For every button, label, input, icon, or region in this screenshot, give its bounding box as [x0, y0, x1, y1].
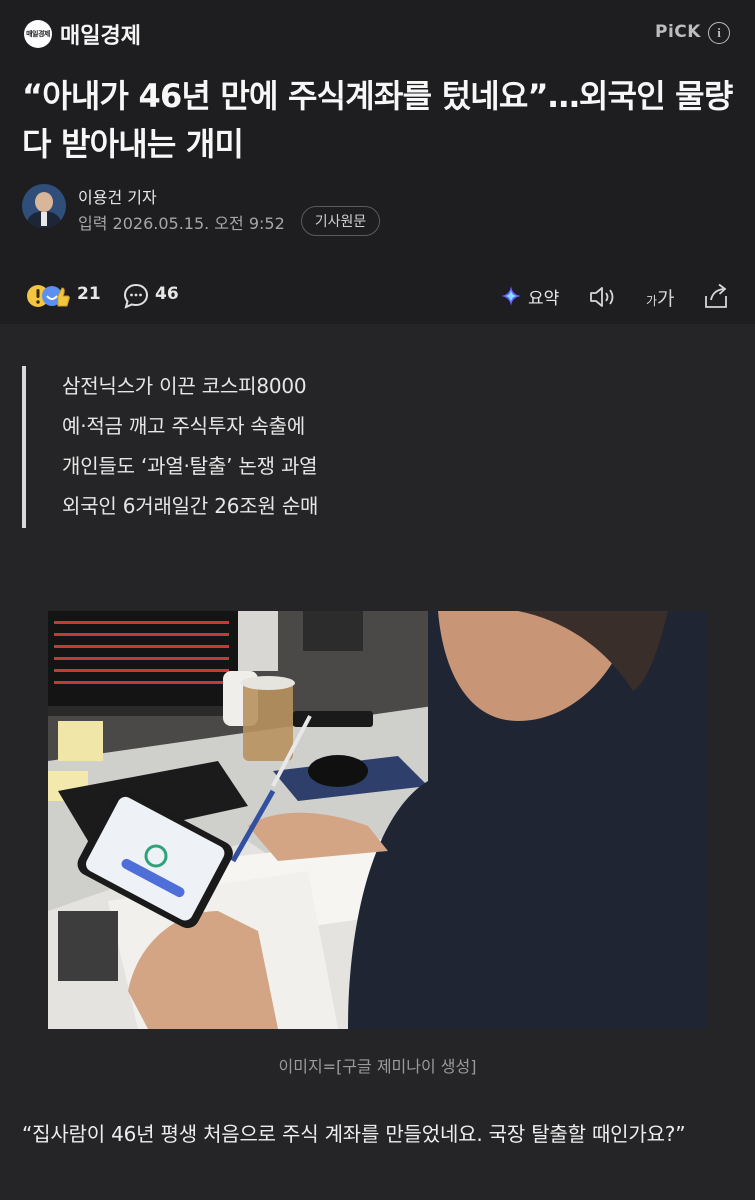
press-logo[interactable]: 매일경제	[24, 20, 52, 48]
comment-icon[interactable]	[123, 283, 149, 309]
font-size-button[interactable]: 가가	[646, 284, 675, 311]
font-size-small-label: 가	[646, 294, 658, 308]
summary-line: 외국인 6거래일간 26조원 순매	[62, 494, 319, 518]
article-summary: 삼전닉스가 이끈 코스피8000 예·적금 깨고 주식투자 속출에 개인들도 ‘…	[22, 366, 318, 528]
reaction-emoji-icon[interactable]	[26, 282, 70, 310]
pick-badge: PiCK	[655, 22, 701, 42]
summary-line: 삼전닉스가 이끈 코스피8000	[62, 374, 307, 398]
sparkle-icon	[501, 286, 521, 306]
article-photo[interactable]	[48, 611, 707, 1029]
body-paragraph: “집사람이 46년 평생 처음으로 주식 계좌를 만들었네요. 국장 탈출할 때…	[22, 1122, 686, 1146]
info-icon[interactable]: i	[708, 22, 730, 44]
author-avatar[interactable]	[22, 184, 66, 228]
summary-line: 개인들도 ‘과열·탈출’ 논쟁 과열	[62, 454, 318, 478]
speaker-icon[interactable]	[588, 284, 618, 310]
share-icon[interactable]	[702, 282, 730, 310]
photo-caption: 이미지=[구글 제미나이 생성]	[278, 1057, 477, 1076]
font-size-big-label: 가	[657, 288, 675, 310]
article-headline: “아내가 46년 만에 주식계좌를 텄네요”…외국인 물량 다 받아내는 개미	[22, 77, 733, 163]
avatar-shirt	[41, 212, 47, 226]
top-bar: 매일경제 매일경제 PiCK i	[0, 0, 755, 66]
press-name[interactable]: 매일경제	[60, 18, 141, 50]
summary-button[interactable]: 요약	[500, 284, 560, 309]
reaction-count: 21	[77, 284, 101, 304]
photo-illustration	[48, 611, 707, 1029]
comment-count: 46	[155, 284, 179, 304]
summary-line: 예·적금 깨고 주식투자 속출에	[62, 414, 306, 438]
author-name[interactable]: 이용건 기자	[78, 184, 157, 208]
original-article-button[interactable]: 기사원문	[301, 206, 380, 236]
summary-label: 요약	[528, 288, 560, 309]
publish-date: 입력 2026.05.15. 오전 9:52	[78, 214, 285, 233]
avatar-face	[35, 192, 53, 212]
